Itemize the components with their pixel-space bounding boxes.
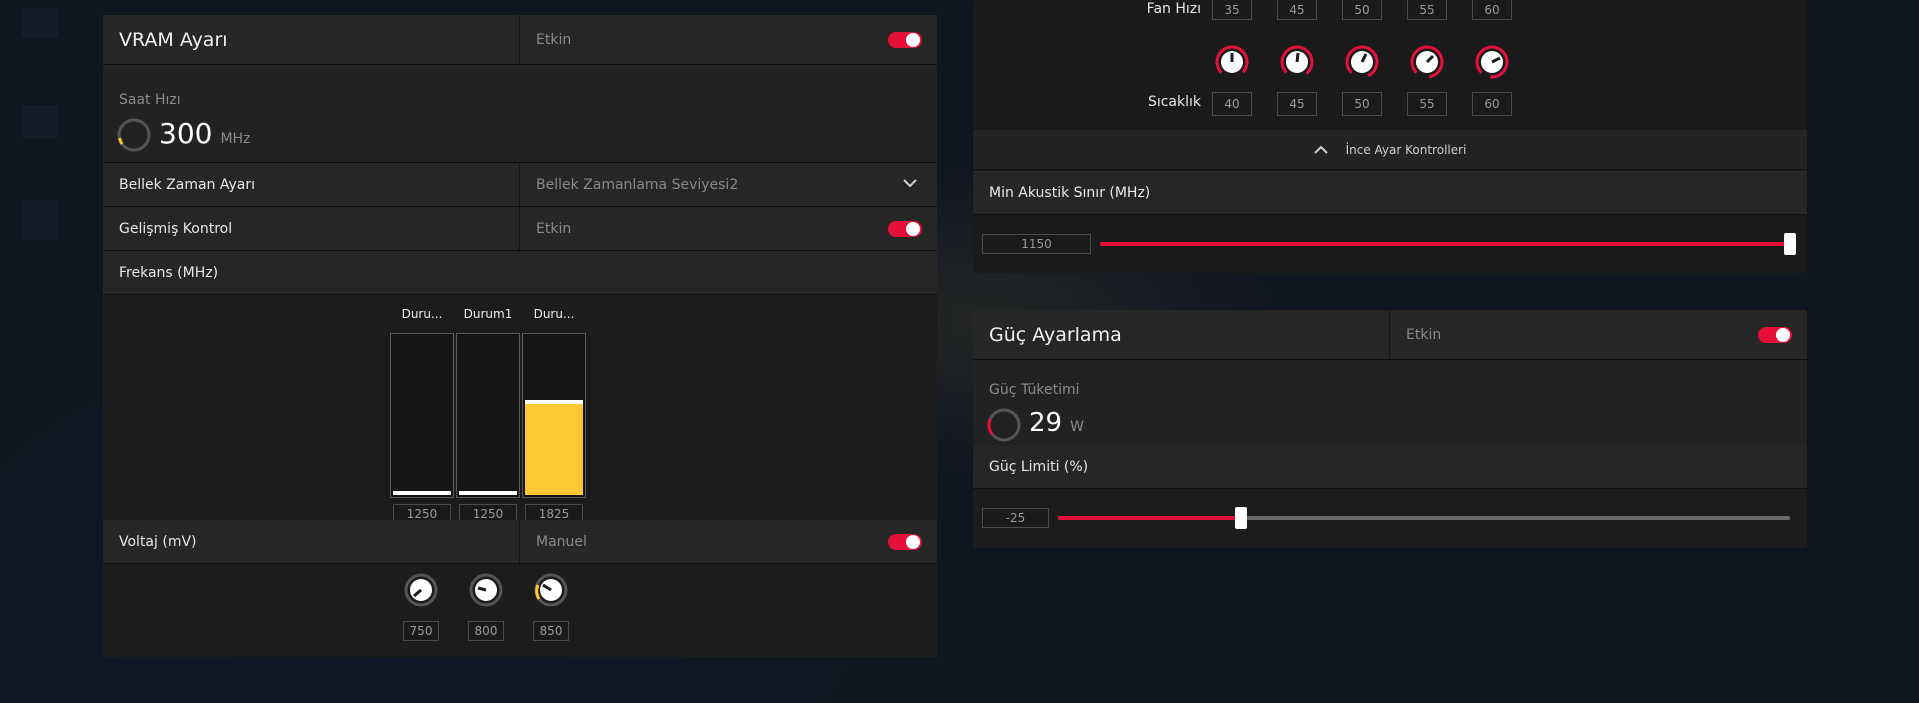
- sidebar-ghost-icon: [22, 200, 58, 240]
- advanced-control-toggle[interactable]: [888, 221, 922, 237]
- chevron-up-icon: [1313, 145, 1328, 154]
- memory-timing-label: Bellek Zaman Ayarı: [119, 176, 256, 193]
- fan-speed-1[interactable]: 45: [1277, 0, 1317, 20]
- state-2-slider[interactable]: [522, 333, 586, 498]
- fan-speed-label: Fan Hızı: [1146, 1, 1201, 17]
- voltage-knob-0[interactable]: [404, 573, 438, 607]
- min-acoustic-thumb[interactable]: [1784, 233, 1796, 255]
- advanced-control-status: Etkin: [536, 220, 572, 237]
- temperature-label: Sıcaklık: [1147, 94, 1201, 110]
- fan-panel: Fan Hızı 35 45 50 55 60 Sıcaklık 40 45 5…: [973, 0, 1807, 273]
- fan-speed-3[interactable]: 55: [1407, 0, 1447, 20]
- voltage-knob-2[interactable]: [534, 573, 568, 607]
- voltage-value-2[interactable]: 850: [533, 621, 569, 641]
- min-acoustic-row: Min Akustik Sınır (MHz): [973, 171, 1807, 215]
- voltage-toggle[interactable]: [888, 534, 922, 550]
- state-0-slider[interactable]: [390, 333, 454, 498]
- clock-speed-row: Saat Hızı 300 MHz: [103, 65, 937, 163]
- vram-toggle[interactable]: [888, 32, 922, 48]
- chevron-down-icon: [903, 179, 917, 188]
- power-header: Güç Ayarlama Etkin: [973, 310, 1807, 360]
- vram-panel: VRAM Ayarı Etkin Saat Hızı 300 MHz Belle…: [103, 15, 937, 657]
- power-title: Güç Ayarlama: [989, 323, 1122, 346]
- fan-speed-4[interactable]: 60: [1472, 0, 1512, 20]
- voltage-label: Voltaj (mV): [119, 533, 197, 550]
- frequency-chart: Duru... Durum1 Duru... 1250 1250 1825: [103, 295, 937, 535]
- frequency-row: Frekans (MHz): [103, 251, 937, 295]
- temperature-0[interactable]: 40: [1212, 92, 1252, 116]
- voltage-value-1[interactable]: 800: [468, 621, 504, 641]
- vram-header: VRAM Ayarı Etkin: [103, 15, 937, 65]
- min-acoustic-fill: [1100, 242, 1790, 246]
- min-acoustic-label: Min Akustik Sınır (MHz): [989, 184, 1151, 201]
- clock-gauge-icon: [117, 118, 151, 152]
- power-limit-fill: [1058, 516, 1241, 520]
- fan-curve-knob-3[interactable]: [1410, 45, 1444, 79]
- state-1-title: Durum1: [463, 307, 513, 321]
- fan-curve-knob-4[interactable]: [1475, 45, 1509, 79]
- fine-tune-toggle[interactable]: İnce Ayar Kontrolleri: [973, 130, 1807, 170]
- power-limit-thumb[interactable]: [1235, 507, 1247, 529]
- power-gauge-icon: [987, 408, 1021, 442]
- voltage-knob-1[interactable]: [469, 573, 503, 607]
- power-consumption-value: 29 W: [1029, 408, 1084, 438]
- fan-curve-knob-0[interactable]: [1215, 45, 1249, 79]
- sidebar-ghost-icon: [22, 105, 58, 139]
- power-limit-value[interactable]: -25: [982, 508, 1049, 528]
- power-consumption-label: Güç Tüketimi: [989, 382, 1080, 398]
- memory-timing-row: Bellek Zaman Ayarı Bellek Zamanlama Sevi…: [103, 163, 937, 207]
- power-limit-row: Güç Limiti (%): [973, 445, 1807, 489]
- state-2-title: Duru...: [533, 307, 575, 321]
- temperature-4[interactable]: 60: [1472, 92, 1512, 116]
- frequency-label: Frekans (MHz): [119, 264, 219, 281]
- fan-curve-knob-1[interactable]: [1280, 45, 1314, 79]
- vram-title: VRAM Ayarı: [119, 28, 228, 51]
- power-consumption-row: Güç Tüketimi 29 W: [973, 360, 1807, 454]
- voltage-mode: Manuel: [536, 533, 587, 550]
- power-status: Etkin: [1406, 326, 1442, 343]
- advanced-control-label: Gelişmiş Kontrol: [119, 220, 233, 237]
- state-0-title: Duru...: [401, 307, 443, 321]
- min-acoustic-value[interactable]: 1150: [982, 234, 1091, 254]
- vram-status: Etkin: [536, 31, 572, 48]
- fan-speed-0[interactable]: 35: [1212, 0, 1252, 20]
- sidebar-ghost-icon: [22, 8, 58, 38]
- power-limit-label: Güç Limiti (%): [989, 458, 1089, 475]
- clock-speed-value: 300 MHz: [159, 117, 251, 150]
- voltage-value-0[interactable]: 750: [403, 621, 439, 641]
- memory-timing-dropdown[interactable]: Bellek Zamanlama Seviyesi2: [520, 163, 937, 206]
- advanced-control-row: Gelişmiş Kontrol Etkin: [103, 207, 937, 251]
- power-panel: Güç Ayarlama Etkin Güç Tüketimi 29 W Güç…: [973, 310, 1807, 548]
- fan-curve-knob-2[interactable]: [1345, 45, 1379, 79]
- clock-speed-label: Saat Hızı: [119, 92, 181, 108]
- voltage-row: Voltaj (mV) Manuel: [103, 520, 937, 564]
- temperature-3[interactable]: 55: [1407, 92, 1447, 116]
- fan-speed-2[interactable]: 50: [1342, 0, 1382, 20]
- temperature-2[interactable]: 50: [1342, 92, 1382, 116]
- temperature-1[interactable]: 45: [1277, 92, 1317, 116]
- state-1-slider[interactable]: [456, 333, 520, 498]
- power-toggle[interactable]: [1758, 327, 1792, 343]
